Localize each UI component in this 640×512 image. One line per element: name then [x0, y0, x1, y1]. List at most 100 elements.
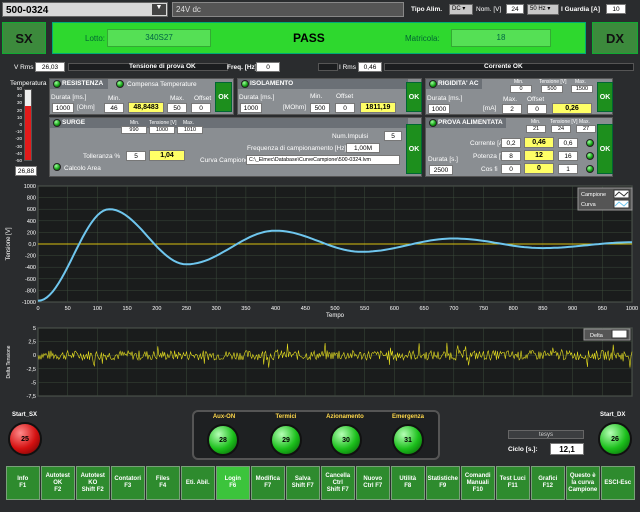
resistenza-offset[interactable]: 0 — [191, 103, 211, 113]
corrente-max[interactable]: 0,6 — [558, 138, 578, 148]
rigidita-durata[interactable]: 1000 — [428, 104, 450, 114]
nom-label: Nom. [V] — [476, 6, 502, 13]
fkey-esci-esc[interactable]: ESCI-Esc — [601, 466, 635, 500]
fkey-questo-[interactable]: Questo è la curva Campione — [566, 466, 600, 500]
cosfi-min[interactable]: 0 — [501, 164, 521, 174]
isolamento-durata[interactable]: 1000 — [240, 103, 262, 113]
potenza-max[interactable]: 16 — [558, 151, 578, 161]
alim-tens[interactable]: 24 — [551, 125, 571, 133]
dx-button[interactable]: DX — [592, 22, 638, 54]
tensione-chart: 0 50 100 150 200 250 300 350 400 450 500 550 600 650 7… — [6, 184, 638, 319]
curva-campione-path[interactable]: C:\_Elmec\Database\CurveCampione\500-032… — [246, 155, 400, 165]
fkey-test-luci[interactable]: Test Luci F11 — [496, 466, 530, 500]
tipo-alim-label: Tipo Alim. — [411, 6, 443, 13]
irms-value: 0,46 — [358, 62, 382, 72]
rigidita-tens[interactable]: 500 — [541, 85, 563, 93]
fkey-eti-abil-[interactable]: Eti. Abil. — [181, 466, 215, 500]
freq-value: 0 — [256, 62, 280, 72]
rigidita-durata-label: Durata [ms.] — [427, 95, 463, 102]
isolamento-ok-button[interactable]: OK — [406, 82, 422, 112]
corrente-min[interactable]: 0,2 — [501, 138, 521, 148]
y-tick-label: 2,5 — [28, 340, 36, 346]
y-axis-label: Tensione [V] — [6, 227, 12, 260]
x-tick-label: 450 — [301, 306, 310, 312]
freq-camp-value[interactable]: 1,00M — [346, 143, 380, 153]
surge-ok-button[interactable]: OK — [406, 124, 422, 174]
resistenza-min[interactable]: 46 — [104, 103, 124, 113]
guard-value[interactable]: 10 — [606, 4, 626, 14]
fkey-utilit-[interactable]: Utilità F8 — [391, 466, 425, 500]
surge-max[interactable]: 1010 — [177, 126, 203, 134]
y-tick-label: 1000 — [24, 184, 36, 190]
fkey-login[interactable]: Login F6 — [216, 466, 250, 500]
alim-max[interactable]: 27 — [576, 125, 596, 133]
x-tick-label: 200 — [152, 306, 161, 312]
rigidita-max2[interactable]: 2 — [502, 104, 522, 114]
potenza-min[interactable]: 8 — [501, 151, 521, 161]
resistenza-durata[interactable]: 1000 — [52, 103, 74, 113]
corrente-ok: Corrente OK — [484, 63, 523, 70]
compensa-led[interactable] — [116, 80, 124, 88]
num-impulsi[interactable]: 5 — [384, 131, 402, 141]
x-tick-label: 1000 — [626, 306, 638, 312]
alim-durata[interactable]: 2500 — [429, 165, 453, 175]
fkey-info[interactable]: Info F1 — [6, 466, 40, 500]
alimentata-ok-button[interactable]: OK — [597, 124, 613, 174]
fkey-files[interactable]: Files F4 — [146, 466, 180, 500]
aux-on-num: 28 — [219, 436, 227, 444]
delta-chart: 5 2,5 0 -2,5 -5 -7,5 Delta Tensione Delta — [6, 326, 633, 400]
status-leds-panel: Aux-ON 28 Termici 29 Azionamento 30 Emer… — [192, 410, 440, 460]
result-bar: Lotto: 340S27 PASS Matricola: 18 — [52, 22, 586, 54]
tipo-alim-select[interactable]: DC ▾ — [449, 4, 473, 15]
fkey-modifica[interactable]: Modifica F7 — [251, 466, 285, 500]
resistenza-max[interactable]: 50 — [167, 103, 187, 113]
alim-min[interactable]: 21 — [526, 125, 546, 133]
rigidita-min-top[interactable]: 0 — [510, 85, 532, 93]
start-dx-button[interactable]: 26 — [598, 422, 632, 456]
start-sx-num: 25 — [21, 435, 29, 443]
fkey-grafici[interactable]: Grafici F12 — [531, 466, 565, 500]
start-sx-button[interactable]: 25 — [8, 422, 42, 456]
y-tick-label: -5 — [31, 380, 36, 386]
fkey-nuovo[interactable]: Nuovo Ctrl F7 — [356, 466, 390, 500]
fkey-contatori[interactable]: Contatori F3 — [111, 466, 145, 500]
product-code-select[interactable]: 500-0324 ▼ — [2, 2, 168, 17]
surge-min[interactable]: 990 — [121, 126, 147, 134]
fkey-statistiche[interactable]: Statistiche F9 — [426, 466, 460, 500]
fkey-salva[interactable]: Salva Shift F7 — [286, 466, 320, 500]
fkey-cancella[interactable]: Cancella Ctrl Shift F7 — [321, 466, 355, 500]
rigidita-max-top[interactable]: 1500 — [571, 85, 593, 93]
fkey-autotest[interactable]: Autotest OK F2 — [41, 466, 75, 500]
legend-swatch — [611, 329, 628, 339]
nom-value[interactable]: 24 — [506, 4, 524, 14]
resistenza-value: 48,8483 — [128, 102, 164, 113]
potenza-led — [586, 152, 594, 160]
alimentata-panel: PROVA ALIMENTATA Min. Tensione [V] Max. … — [425, 117, 613, 177]
rigidita-ok-button[interactable]: OK — [597, 82, 613, 112]
chevron-down-icon[interactable]: ▼ — [152, 4, 166, 15]
rigidita-offset-label: Offset — [527, 96, 545, 103]
x-tick-label: 250 — [182, 306, 191, 312]
cosfi-led — [586, 165, 594, 173]
calcolo-area-led[interactable] — [53, 163, 61, 171]
potenza-value: 12 — [524, 150, 554, 161]
surge-tens[interactable]: 1000 — [149, 126, 175, 134]
isolamento-min[interactable]: 500 — [310, 103, 330, 113]
rigidita-offset[interactable]: 0 — [527, 104, 547, 114]
cosfi-max[interactable]: 1 — [558, 164, 578, 174]
resistenza-durata-label: Durata [ms.] — [51, 94, 87, 101]
sx-button[interactable]: SX — [2, 22, 46, 54]
fkey-autotest[interactable]: Autotest KO Shift F2 — [76, 466, 110, 500]
freq-select[interactable]: 50 Hz ▾ — [527, 4, 559, 15]
tolleranza-value[interactable]: 5 — [126, 151, 146, 161]
fkey-comandi[interactable]: Comandi Manuali F10 — [461, 466, 495, 500]
isolamento-offset[interactable]: 0 — [335, 103, 355, 113]
resistenza-ok-button[interactable]: OK — [215, 82, 232, 112]
aux-on-label: Aux-ON — [212, 414, 236, 420]
x-tick-label: 300 — [212, 306, 221, 312]
resistenza-panel: RESISTENZA Compensa Temperature Durata [… — [49, 78, 234, 115]
thermometer-fill — [25, 106, 31, 160]
x-tick-label: 150 — [123, 306, 132, 312]
lotto-label: Lotto: — [85, 34, 106, 43]
x-tick-label: 650 — [420, 306, 429, 312]
